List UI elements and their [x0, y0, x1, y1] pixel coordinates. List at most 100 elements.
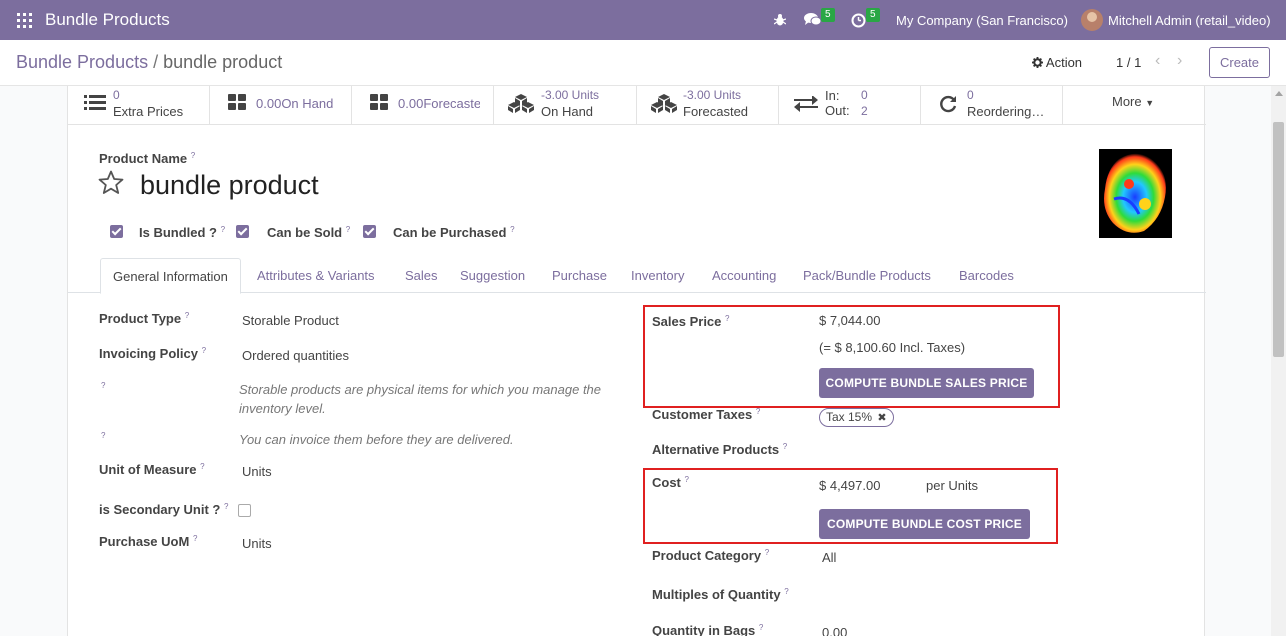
scrollbar-thumb[interactable] [1273, 122, 1284, 357]
reordering-label: Reordering… [967, 104, 1045, 119]
product-image[interactable] [1099, 149, 1172, 238]
app-title[interactable]: Bundle Products [45, 10, 170, 30]
pager-value[interactable]: 1 / 1 [1116, 55, 1141, 70]
is-bundled-checkbox[interactable] [110, 225, 123, 238]
product-name-label: Product Name ? [99, 151, 196, 166]
tab-general-information[interactable]: General Information [100, 258, 241, 294]
more-dropdown[interactable]: More ▼ [1112, 94, 1154, 109]
bug-icon[interactable] [774, 13, 786, 26]
tab-accounting[interactable]: Accounting [712, 268, 776, 283]
compute-bundle-sales-price-button[interactable]: COMPUTE BUNDLE SALES PRICE [819, 368, 1034, 398]
grid-icon [370, 94, 388, 110]
on-hand-label: On Hand [281, 96, 334, 111]
breadcrumb-current: bundle product [163, 52, 283, 72]
units-on-hand-button[interactable]: -3.00 Units On Hand [494, 86, 637, 125]
can-be-purchased-checkbox[interactable] [363, 225, 376, 238]
avatar[interactable] [1081, 9, 1103, 31]
top-navbar: Bundle Products 5 5 My Company (San Fran… [0, 0, 1286, 40]
help-icon[interactable]: ? [101, 381, 105, 390]
chevron-right-icon[interactable]: › [1177, 52, 1182, 70]
grid-icon [228, 94, 246, 110]
forecasted-button[interactable]: 0.00Forecasted [352, 86, 494, 125]
storable-help-text: Storable products are physical items for… [239, 382, 602, 416]
close-icon[interactable]: ✖ [877, 412, 886, 424]
action-button[interactable]: Action [1032, 55, 1082, 70]
quantity-in-bags-input[interactable]: 0.00 [822, 625, 847, 636]
cost-per-unit-text: per Units [926, 478, 979, 493]
purchase-uom-select[interactable]: Units [242, 536, 272, 551]
user-menu[interactable]: Mitchell Admin (retail_video) [1108, 13, 1271, 28]
tab-inventory[interactable]: Inventory [631, 268, 684, 283]
units-on-hand-value: -3.00 Units [541, 88, 600, 102]
cost-label: Cost ? [652, 475, 689, 490]
chat-icon[interactable] [804, 12, 822, 27]
reordering-value: 0 [967, 88, 974, 102]
tab-sales[interactable]: Sales [405, 268, 438, 283]
invoice-help-text: You can invoice them before they are del… [239, 432, 514, 447]
chevron-left-icon[interactable]: ‹ [1155, 52, 1160, 70]
activity-badge: 5 [866, 8, 880, 22]
breadcrumb-parent[interactable]: Bundle Products [16, 52, 148, 72]
forecasted-label: Forecasted [423, 96, 480, 111]
breadcrumb-separator: / [153, 52, 159, 72]
clock-icon[interactable] [851, 13, 866, 28]
tab-suggestion[interactable]: Suggestion [460, 268, 525, 283]
product-type-select[interactable]: Storable Product [242, 313, 339, 328]
secondary-unit-label: is Secondary Unit ? ? [99, 502, 229, 517]
control-panel: Bundle Products / bundle product Action 1 … [0, 40, 1286, 86]
on-hand-button[interactable]: 0.00On Hand [210, 86, 352, 125]
cost-input[interactable]: $ 4,497.00 [819, 478, 880, 493]
extra-prices-value: 0 [113, 88, 120, 102]
invoicing-policy-select[interactable]: Ordered quantities [242, 348, 349, 363]
uom-label: Unit of Measure ? [99, 462, 205, 477]
more-label: More [1112, 94, 1142, 109]
apps-menu-icon[interactable] [17, 13, 32, 28]
form-sheet: 0 Extra Prices 0.00On Hand 0.00Forecaste… [67, 86, 1206, 636]
extra-prices-button[interactable]: 0 Extra Prices [68, 86, 210, 125]
exchange-icon [794, 96, 818, 112]
sales-price-label: Sales Price ? [652, 314, 730, 329]
units-on-hand-label: On Hand [541, 104, 594, 119]
purchase-uom-label: Purchase UoM ? [99, 534, 198, 549]
can-be-purchased-label: Can be Purchased ? [393, 225, 515, 240]
help-icon[interactable]: ? [101, 431, 105, 440]
action-label: Action [1045, 55, 1083, 70]
breadcrumb: Bundle Products / bundle product [16, 52, 282, 73]
product-name-input[interactable]: bundle product [140, 170, 319, 201]
list-icon [84, 95, 106, 110]
scroll-up-icon[interactable] [1275, 91, 1283, 96]
product-category-label: Product Category ? [652, 548, 770, 563]
compute-bundle-cost-price-button[interactable]: COMPUTE BUNDLE COST PRICE [819, 509, 1030, 539]
tax-tag-label: Tax 15% [826, 410, 873, 424]
can-be-sold-checkbox[interactable] [236, 225, 249, 238]
sales-price-input[interactable]: $ 7,044.00 [819, 313, 880, 328]
tab-attributes-variants[interactable]: Attributes & Variants [257, 268, 375, 283]
tax-tag[interactable]: Tax 15% ✖ [819, 408, 894, 427]
company-switcher[interactable]: My Company (San Francisco) [896, 13, 1068, 28]
quantity-in-bags-label: Quantity in Bags ? [652, 623, 764, 636]
help-icon[interactable]: ? [191, 151, 195, 160]
cubes-icon [508, 94, 534, 113]
forecasted-value: 0.00 [398, 96, 424, 111]
in-out-button[interactable]: In: 0 Out: 2 [779, 86, 921, 125]
can-be-sold-label: Can be Sold ? [267, 225, 351, 240]
invoicing-policy-label: Invoicing Policy ? [99, 346, 207, 361]
on-hand-value: 0.00 [256, 96, 282, 111]
create-button[interactable]: Create [1209, 47, 1270, 78]
units-forecasted-value: -3.00 Units [683, 88, 742, 102]
tab-barcodes[interactable]: Barcodes [959, 268, 1014, 283]
notebook-tabs: General Information Attributes & Variant… [68, 258, 1206, 294]
secondary-unit-checkbox[interactable] [238, 504, 251, 517]
product-type-label: Product Type ? [99, 311, 190, 326]
tab-purchase[interactable]: Purchase [552, 268, 607, 283]
star-icon[interactable] [98, 170, 124, 195]
product-category-select[interactable]: All [822, 550, 836, 565]
reordering-button[interactable]: 0 Reordering… [921, 86, 1063, 125]
tab-pack-bundle-products[interactable]: Pack/Bundle Products [803, 268, 931, 283]
in-label: In: [825, 88, 840, 103]
out-label: Out: [825, 103, 850, 118]
uom-select[interactable]: Units [242, 464, 272, 479]
cubes-icon [651, 94, 677, 113]
units-forecasted-button[interactable]: -3.00 Units Forecasted [637, 86, 779, 125]
alternative-products-label: Alternative Products ? [652, 442, 788, 457]
